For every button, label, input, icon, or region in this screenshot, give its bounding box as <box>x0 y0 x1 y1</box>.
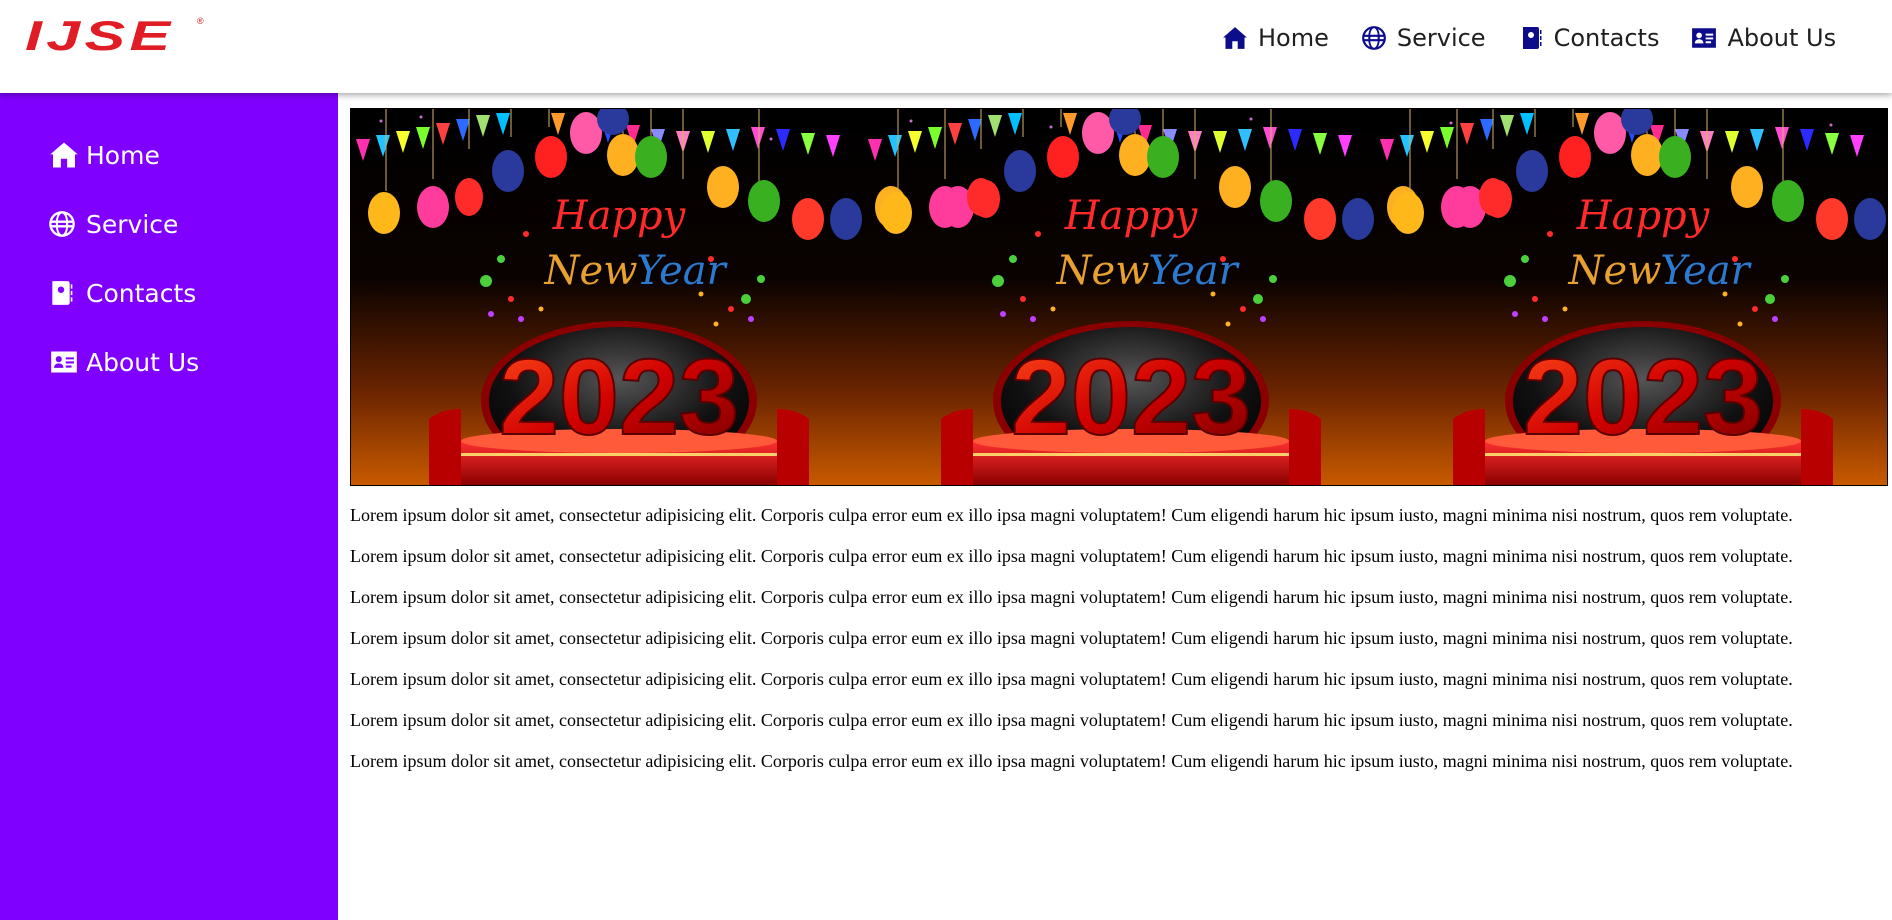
content-paragraph: Lorem ipsum dolor sit amet, consectetur … <box>350 751 1793 771</box>
banner-2023-text: 2023 <box>499 336 739 457</box>
sidebar-item-home[interactable]: Home <box>48 139 160 171</box>
topnav-item-home[interactable]: Home <box>1220 24 1329 52</box>
banner-happy-text: Happy <box>1576 193 1711 239</box>
banner-new-text: New <box>1056 248 1150 294</box>
registered-mark: ® <box>197 16 204 26</box>
globe-icon <box>1359 24 1389 52</box>
topnav-item-contacts[interactable]: Contacts <box>1516 24 1660 52</box>
sidebar-item-contacts[interactable]: Contacts <box>48 277 196 309</box>
sidebar-item-label: About Us <box>86 347 200 377</box>
id-card-icon <box>48 346 82 378</box>
topnav-item-label: Contacts <box>1553 24 1660 52</box>
main-content: Happy New Year 2023 Happy New Year 2023 … <box>350 108 1888 773</box>
topnav-item-label: About Us <box>1727 24 1837 52</box>
sidebar-item-service[interactable]: Service <box>48 208 178 240</box>
address-book-icon <box>1516 24 1546 52</box>
top-navigation: Home Service Contacts About Us <box>1220 18 1866 58</box>
content-paragraph: Lorem ipsum dolor sit amet, consectetur … <box>350 505 1793 525</box>
sidebar-item-label: Contacts <box>86 278 197 308</box>
banner-year-text: Year <box>636 248 728 294</box>
banner-new-text: New <box>1568 248 1662 294</box>
content-paragraph: Lorem ipsum dolor sit amet, consectetur … <box>350 669 1793 689</box>
topnav-item-label: Home <box>1258 24 1329 52</box>
ijse-logo[interactable]: IJSE ® <box>25 15 204 57</box>
topnav-item-about-us[interactable]: About Us <box>1689 24 1836 52</box>
banner-year-text: Year <box>1660 248 1752 294</box>
content-paragraph: Lorem ipsum dolor sit amet, consectetur … <box>350 546 1793 566</box>
id-card-icon <box>1689 24 1719 52</box>
topnav-item-service[interactable]: Service <box>1359 24 1486 52</box>
logo-text: IJSE <box>25 12 175 59</box>
sidebar-item-about-us[interactable]: About Us <box>48 346 199 378</box>
content-paragraph: Lorem ipsum dolor sit amet, consectetur … <box>350 587 1793 607</box>
sidebar-item-label: Service <box>86 209 179 239</box>
topnav-item-label: Service <box>1396 24 1486 52</box>
house-icon <box>1220 24 1250 52</box>
banner-happy-text: Happy <box>552 193 687 239</box>
address-book-icon <box>48 277 82 309</box>
banner-year-text: Year <box>1148 248 1240 294</box>
sidebar-item-label: Home <box>86 140 160 170</box>
banner-new-text: New <box>544 248 638 294</box>
content-paragraph: Lorem ipsum dolor sit amet, consectetur … <box>350 710 1793 730</box>
globe-icon <box>48 208 82 240</box>
header: IJSE ® Home Service Contacts About Us <box>0 0 1892 93</box>
banner-happy-text: Happy <box>1064 193 1199 239</box>
content-paragraph: Lorem ipsum dolor sit amet, consectetur … <box>350 628 1793 648</box>
banner-2023-text: 2023 <box>1523 336 1763 457</box>
banner-2023-text: 2023 <box>1011 336 1251 457</box>
house-icon <box>48 139 82 171</box>
sidebar: Home Service Contacts About Us <box>0 93 338 920</box>
new-year-banner: Happy New Year 2023 Happy New Year 2023 … <box>350 108 1888 486</box>
